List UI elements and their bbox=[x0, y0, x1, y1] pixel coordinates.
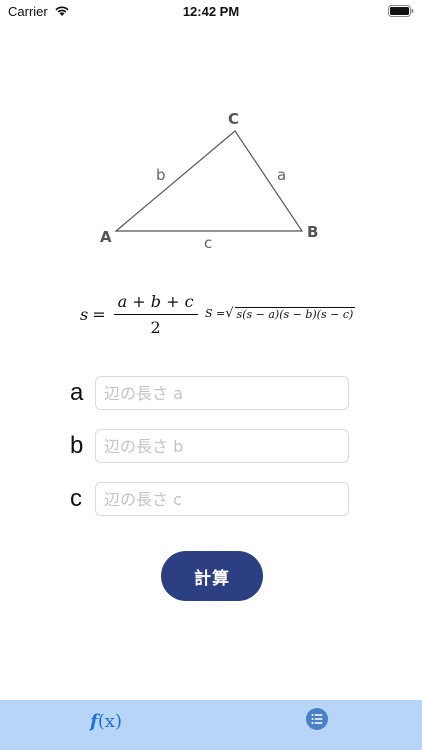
side-a-input[interactable] bbox=[95, 376, 349, 410]
tab-list[interactable] bbox=[257, 700, 377, 742]
semi-perimeter-formula: s = a + b + c 2 bbox=[80, 292, 198, 337]
formula-area: s = a + b + c 2 S = √ s(s − a)(s − b)(s … bbox=[0, 282, 422, 342]
input-label-a: a bbox=[70, 379, 84, 406]
calculate-button[interactable]: 計算 bbox=[161, 551, 263, 601]
formula-radicand: s(s − a)(s − b)(s − c) bbox=[234, 306, 356, 321]
formula-fraction: a + b + c 2 bbox=[113, 292, 198, 337]
vertex-label-a: A bbox=[100, 228, 112, 246]
formula-numerator: a + b + c bbox=[113, 292, 198, 315]
triangle-diagram: A B C b a c bbox=[80, 100, 340, 260]
function-icon: f(x) bbox=[90, 710, 122, 732]
side-c-input[interactable] bbox=[95, 482, 349, 516]
input-row-a: a bbox=[68, 376, 358, 412]
formula-area-lhs: S = bbox=[205, 307, 226, 320]
formula-s-lhs: s bbox=[80, 305, 89, 324]
input-row-b: b bbox=[68, 429, 358, 465]
input-label-b: b bbox=[70, 432, 84, 459]
input-label-c: c bbox=[70, 485, 82, 512]
list-icon bbox=[305, 707, 329, 736]
side-b-input[interactable] bbox=[95, 429, 349, 463]
input-row-c: c bbox=[68, 482, 358, 518]
tab-formula[interactable]: f(x) bbox=[46, 700, 166, 742]
formula-denominator: 2 bbox=[150, 318, 161, 337]
vertex-label-c: C bbox=[228, 110, 239, 128]
formula-s-equals: = bbox=[92, 305, 106, 324]
side-label-a: a bbox=[277, 166, 286, 184]
heron-area-formula: S = √ s(s − a)(s − b)(s − c) bbox=[205, 306, 356, 321]
battery-icon bbox=[388, 4, 414, 22]
triangle-shape bbox=[114, 130, 304, 232]
side-label-b: b bbox=[156, 166, 166, 184]
clock-time: 12:42 PM bbox=[182, 4, 240, 19]
side-label-c: c bbox=[204, 234, 212, 252]
tab-bar: f(x) bbox=[0, 700, 422, 750]
vertex-label-b: B bbox=[307, 223, 318, 241]
status-bar: Carrier 12:42 PM bbox=[0, 0, 422, 24]
radical-sign: √ bbox=[225, 306, 234, 321]
